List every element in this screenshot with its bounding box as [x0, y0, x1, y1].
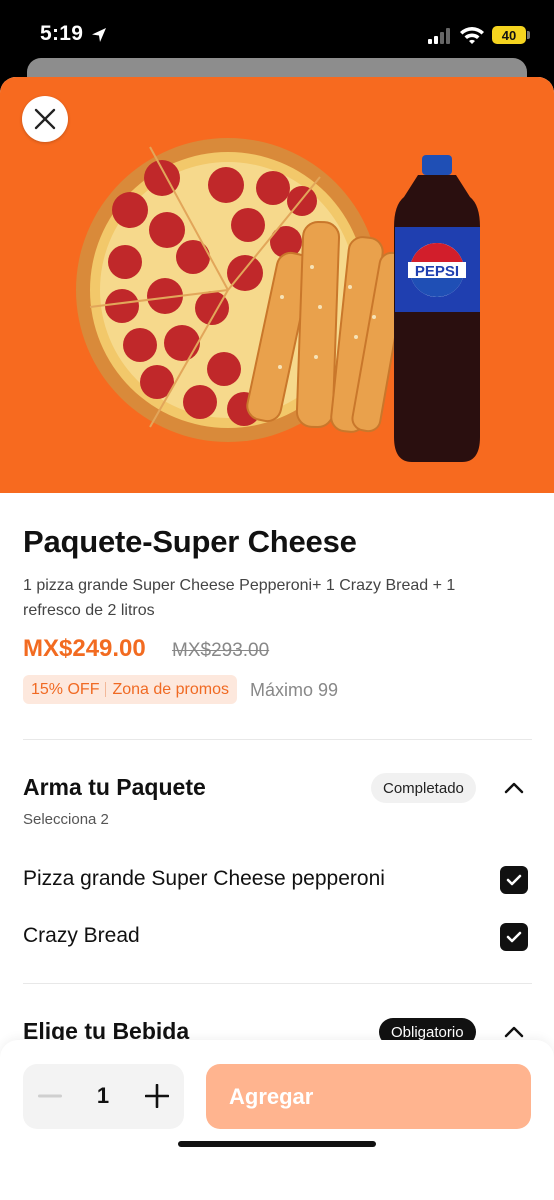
option-checkbox-pizza[interactable] [500, 866, 528, 894]
product-sheet: PEPSI Paquete-Super Cheese 1 pizza grand… [0, 77, 554, 1200]
section-subtitle: Selecciona 2 [23, 811, 109, 828]
battery-icon: 40 [492, 26, 526, 44]
location-arrow-icon [90, 26, 108, 49]
home-indicator [178, 1141, 376, 1147]
checkmark-icon [506, 874, 522, 886]
divider [23, 983, 532, 984]
section-title-arma-paquete: Arma tu Paquete [23, 774, 206, 800]
chevron-up-icon [504, 1026, 524, 1038]
discount-label: 15% OFF [31, 680, 100, 698]
collapse-section-button[interactable] [502, 776, 526, 800]
product-image: PEPSI [0, 77, 554, 493]
close-icon [34, 108, 56, 130]
close-button[interactable] [22, 96, 68, 142]
add-to-cart-button[interactable]: Agregar [206, 1064, 531, 1129]
plus-icon [145, 1084, 169, 1108]
quantity-stepper: 1 [23, 1064, 184, 1129]
option-label-crazy-bread: Crazy Bread [23, 924, 140, 947]
minus-icon [38, 1094, 62, 1098]
increment-button[interactable] [142, 1081, 172, 1111]
quantity-value: 1 [96, 1083, 110, 1108]
option-checkbox-crazy-bread[interactable] [500, 923, 528, 951]
product-description: 1 pizza grande Super Cheese Pepperoni+ 1… [23, 577, 456, 619]
promo-zone-label: Zona de promos [112, 680, 229, 698]
product-old-price: MX$293.00 [172, 640, 270, 661]
checkmark-icon [506, 931, 522, 943]
signal-icon [428, 28, 452, 49]
status-time: 5:19 [40, 22, 84, 45]
promo-separator [105, 682, 107, 697]
wifi-icon [459, 25, 485, 50]
product-illustration: PEPSI [76, 138, 480, 462]
chevron-up-icon [504, 782, 524, 794]
pepsi-label: PEPSI [415, 263, 459, 280]
divider [23, 739, 532, 740]
status-badge-completado: Completado [371, 773, 476, 803]
bottom-action-bar: 1 Agregar [0, 1040, 554, 1200]
product-price: MX$249.00 [23, 635, 146, 662]
promo-badge[interactable]: 15% OFF Zona de promos [23, 675, 237, 704]
option-label-pizza: Pizza grande Super Cheese pepperoni [23, 867, 385, 890]
product-title: Paquete-Super Cheese [23, 524, 357, 559]
decrement-button[interactable] [35, 1081, 65, 1111]
max-quantity-label: Máximo 99 [250, 680, 339, 700]
battery-cap [527, 31, 530, 39]
